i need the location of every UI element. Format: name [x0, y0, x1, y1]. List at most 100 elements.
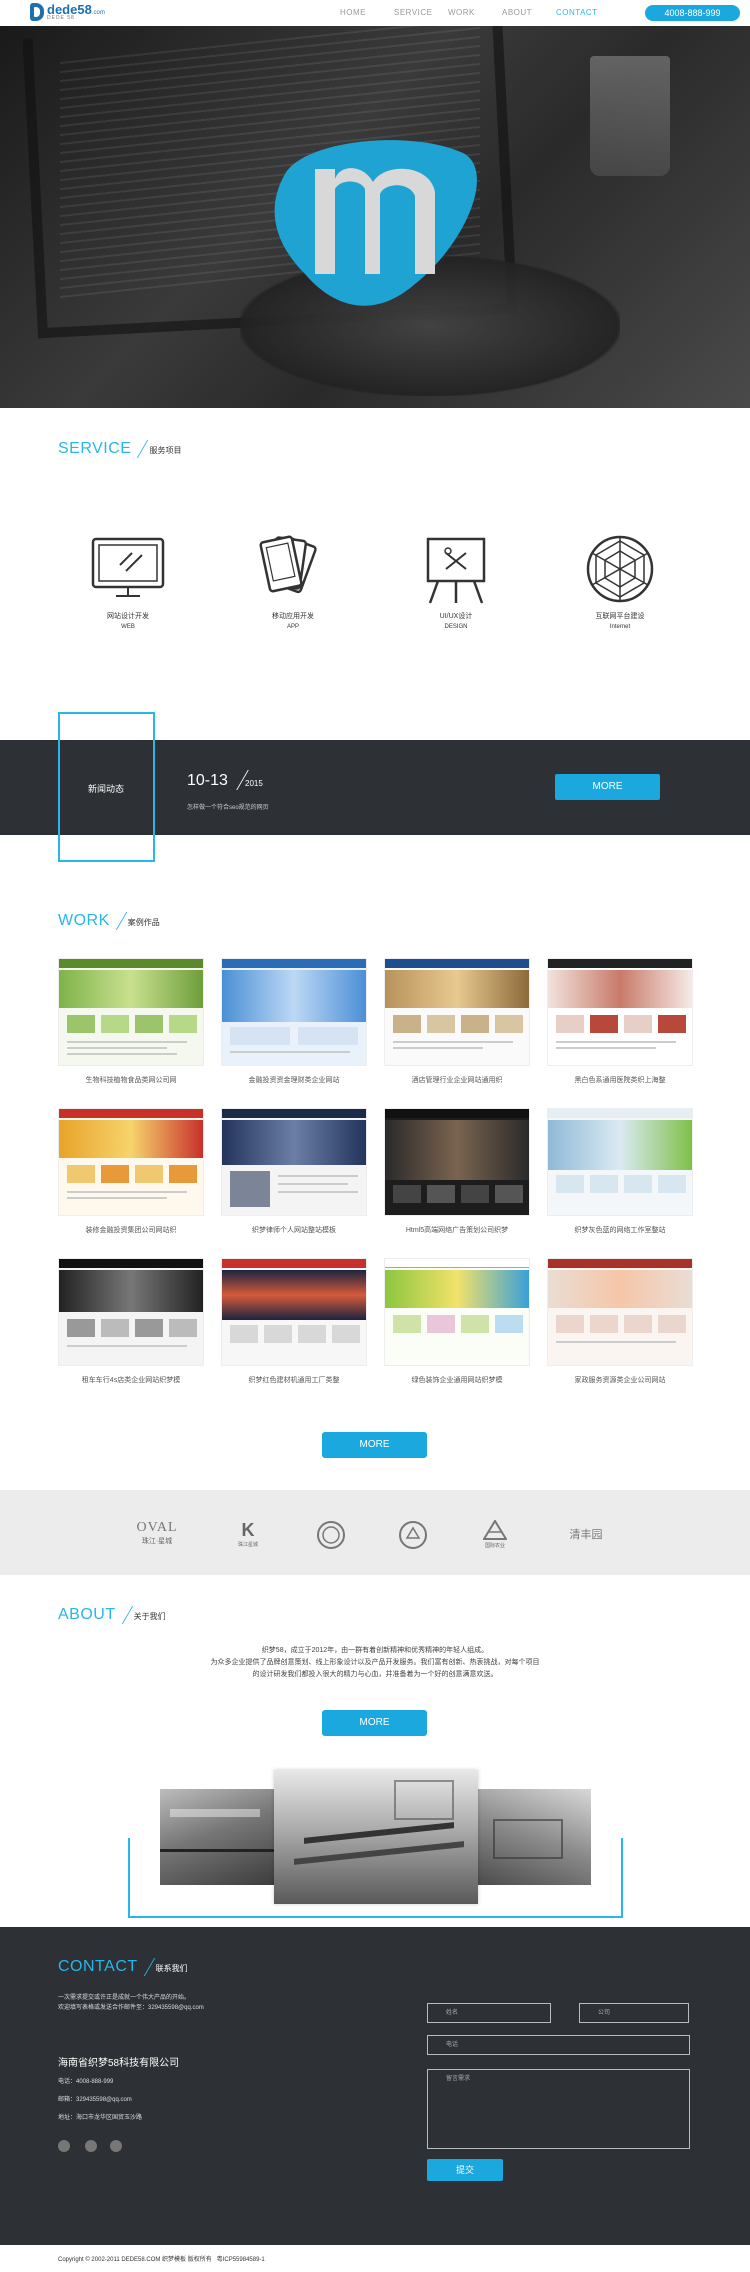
- contact-email[interactable]: 邮箱：329435598@qq.com: [58, 2094, 132, 2103]
- work-caption: 织梦律师个人网站整站模板: [252, 1227, 336, 1234]
- work-item[interactable]: 织梦红色建材机通用工厂类整: [221, 1258, 367, 1385]
- nav-about[interactable]: ABOUT: [502, 8, 556, 17]
- footer-copyright: Copyright © 2002-2011 DEDE58.COM 织梦模板 版权…: [58, 2257, 265, 2263]
- easel-icon: [426, 537, 486, 604]
- work-item[interactable]: 绿色装饰企业通用网站织梦模: [384, 1258, 530, 1385]
- company-input[interactable]: 公司: [579, 2003, 689, 2023]
- work-item[interactable]: 织梦律师个人网站整站模板: [221, 1108, 367, 1235]
- contact-title-en: CONTACT: [58, 1958, 138, 1975]
- partner-emblem-icon[interactable]: [398, 1520, 428, 1550]
- nav-home[interactable]: HOME: [340, 8, 394, 17]
- about-title: ABOUT 关于我们: [58, 1606, 166, 1624]
- work-caption: Html5高端网络广告策划公司织梦: [405, 1227, 509, 1234]
- work-caption: 绿色装饰企业通用网站织梦模: [411, 1377, 503, 1384]
- service-item-app[interactable]: 移动应用开发 APP: [243, 533, 343, 630]
- work-caption: 酒店管理行业企业网站通用织: [411, 1077, 503, 1084]
- phone-button[interactable]: 4008-888-999: [645, 5, 740, 21]
- logo[interactable]: dede58.com DEDE 58: [30, 2, 105, 22]
- wechat-icon[interactable]: [85, 2140, 97, 2152]
- contact-intro: 一次需求提交或许正是成就一个伟大产品的开始。: [58, 1995, 191, 2001]
- work-caption: 生物科技植物食品类网公司网: [85, 1077, 177, 1084]
- service-title: SERVICE 服务项目: [58, 440, 181, 458]
- weibo-icon[interactable]: [58, 2140, 70, 2152]
- hero-banner: [0, 26, 750, 408]
- work-item[interactable]: 装修金融投资集团公司网站织: [58, 1108, 204, 1235]
- work-thumbnail: [384, 1258, 530, 1366]
- office-photo-right: [473, 1789, 591, 1885]
- work-caption: 织梦红色建材机通用工厂类整: [248, 1377, 340, 1384]
- partner-pyramid-icon[interactable]: 国际农业: [480, 1519, 510, 1550]
- monitor-icon: [91, 537, 165, 597]
- work-item[interactable]: 黑白色系通用医院类织上海整: [547, 958, 693, 1085]
- nav-service[interactable]: SERVICE: [394, 8, 448, 17]
- partner-logo-oval[interactable]: OVAL 珠江·星城: [132, 1520, 182, 1550]
- work-thumbnail: [547, 958, 693, 1066]
- service-item-web[interactable]: 网站设计开发 WEB: [78, 533, 178, 630]
- logo-icon: [30, 3, 44, 21]
- news-headline-link[interactable]: 怎样做一个符合seo规范的网页: [187, 802, 269, 811]
- partner-seal-icon[interactable]: [316, 1520, 346, 1550]
- service-item-internet[interactable]: 互联网平台建设 Internet: [570, 533, 670, 630]
- work-item[interactable]: 织梦灰色蓝的网络工作室整站: [547, 1108, 693, 1235]
- phone-input[interactable]: 电话: [427, 2035, 690, 2055]
- work-caption: 织梦灰色蓝的网络工作室整站: [574, 1227, 666, 1234]
- submit-button[interactable]: 提交: [427, 2159, 503, 2181]
- office-photo-main: [274, 1770, 478, 1904]
- work-thumbnail: [547, 1258, 693, 1366]
- work-item[interactable]: 家政服务资源类企业公司网站: [547, 1258, 693, 1385]
- contact-address: 地址：海口市龙华区国贸玉沙路: [58, 2115, 143, 2121]
- about-paragraph: 织梦58，成立于2012年，由一群有着创新精神和优秀精神的年轻人组成。 为众多企…: [210, 1647, 540, 1678]
- contact-phone: 电话：4008-888-999: [58, 2079, 114, 2085]
- work-item[interactable]: 酒店管理行业企业网站通用织: [384, 958, 530, 1085]
- service-label-en: DESIGN: [444, 624, 468, 630]
- work-thumbnail: [384, 1108, 530, 1216]
- nav-contact[interactable]: CONTACT: [556, 8, 610, 17]
- nav-work[interactable]: WORK: [448, 8, 502, 17]
- work-thumbnail: [58, 958, 204, 1066]
- web-icon: [586, 535, 654, 603]
- work-title-cn: 案例作品: [127, 918, 160, 927]
- about-title-en: ABOUT: [58, 1606, 116, 1623]
- service-label-en: Internet: [609, 624, 631, 630]
- top-header: dede58.com DEDE 58 HOME SERVICE WORK ABO…: [0, 0, 750, 26]
- service-title-cn: 服务项目: [149, 446, 182, 455]
- office-photo-left: [160, 1789, 275, 1885]
- message-textarea[interactable]: 留言需求: [427, 2069, 690, 2149]
- partner-logo-k[interactable]: K 珠江星城: [233, 1520, 263, 1550]
- contact-email-intro: 欢迎填写表格或发送合作邮件至：329435598@qq.com: [58, 2005, 204, 2011]
- work-caption: 金融投资资金理财类企业网站: [248, 1077, 340, 1084]
- work-thumbnail: [58, 1108, 204, 1216]
- news-more-button[interactable]: MORE: [555, 774, 660, 800]
- hero-m-logo-icon: [274, 140, 477, 306]
- contact-title: CONTACT 联系我们: [58, 1958, 188, 1976]
- work-item[interactable]: Html5高端网络广告策划公司织梦: [384, 1108, 530, 1235]
- name-input[interactable]: 姓名: [427, 2003, 551, 2023]
- news-date: 10-13: [187, 772, 228, 789]
- about-more-button[interactable]: MORE: [322, 1710, 427, 1736]
- hero-cup: [590, 56, 670, 176]
- partner-band: [0, 1490, 750, 1575]
- work-caption: 黑白色系通用医院类织上海整: [574, 1077, 666, 1084]
- service-item-design[interactable]: UI/UX设计 DESIGN: [406, 533, 506, 630]
- service-title-en: SERVICE: [58, 440, 132, 457]
- contact-title-cn: 联系我们: [155, 1964, 188, 1973]
- logo-subtitle: DEDE 58: [47, 15, 75, 21]
- work-item[interactable]: 租车车行4s店类企业网站织梦模: [58, 1258, 204, 1385]
- work-thumbnail: [384, 958, 530, 1066]
- main-nav: HOME SERVICE WORK ABOUT CONTACT: [340, 8, 610, 17]
- partner-logo-qingfengyuan[interactable]: 清丰园: [561, 1520, 611, 1550]
- mobile-devices-icon: [259, 535, 317, 594]
- work-item[interactable]: 金融投资资金理财类企业网站: [221, 958, 367, 1085]
- service-label-en: APP: [286, 624, 299, 630]
- work-thumbnail: [221, 1258, 367, 1366]
- work-more-button[interactable]: MORE: [322, 1432, 427, 1458]
- news-label[interactable]: 新闻动态: [88, 782, 124, 795]
- news-year: 2015: [245, 779, 263, 788]
- qq-icon[interactable]: [110, 2140, 122, 2152]
- service-label-cn: 移动应用开发: [272, 613, 314, 620]
- service-label-cn: 网站设计开发: [107, 613, 149, 620]
- service-label-cn: 互联网平台建设: [595, 613, 645, 620]
- work-title: WORK 案例作品: [58, 912, 160, 930]
- work-item[interactable]: 生物科技植物食品类网公司网: [58, 958, 204, 1085]
- company-name: 海南省织梦58科技有限公司: [58, 2058, 180, 2069]
